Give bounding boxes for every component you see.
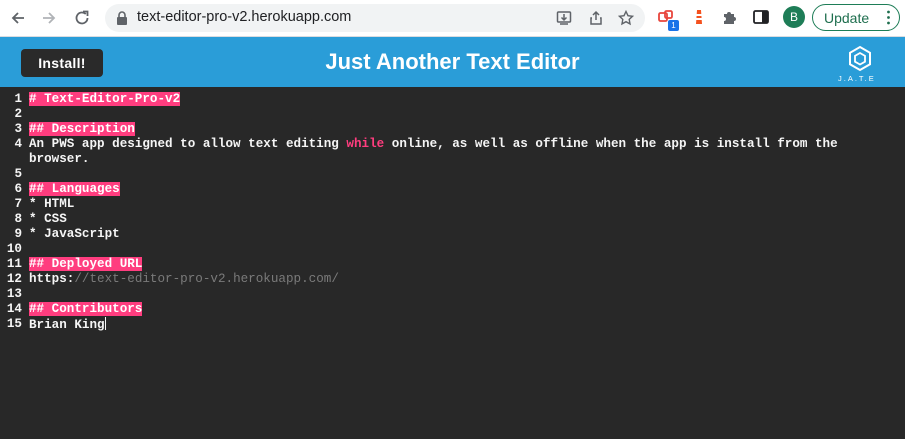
address-bar[interactable]: text-editor-pro-v2.herokuapp.com [105, 4, 645, 32]
line-number: 8 [14, 212, 22, 226]
editor-line[interactable]: 5 [0, 167, 905, 182]
editor-line[interactable]: 15 Brian King [0, 317, 905, 332]
menu-dots-icon[interactable] [887, 10, 890, 25]
logo-text: J.A.T.E [838, 74, 876, 83]
bookmark-star-icon[interactable] [618, 10, 634, 26]
editor-line[interactable]: 10 [0, 242, 905, 257]
update-button[interactable]: Update [812, 4, 900, 31]
line-number: 6 [14, 182, 22, 196]
editor-line[interactable]: 3 ## Description [0, 122, 905, 137]
lighthouse-icon[interactable] [690, 8, 708, 26]
line-number: 2 [14, 107, 22, 121]
update-label: Update [824, 9, 870, 26]
url-text[interactable]: text-editor-pro-v2.herokuapp.com [137, 9, 351, 25]
line-content[interactable]: ## Languages [29, 182, 120, 197]
line-content[interactable]: An PWS app designed to allow text editin… [29, 137, 838, 152]
line-number: 12 [6, 272, 22, 286]
editor-line[interactable]: 14 ## Contributors [0, 302, 905, 317]
line-content[interactable]: browser. [29, 152, 89, 167]
share-icon[interactable] [588, 10, 604, 26]
browser-toolbar: text-editor-pro-v2.herokuapp.com 1 B Upd… [0, 0, 905, 37]
profile-avatar[interactable]: B [783, 6, 805, 28]
line-number: 11 [6, 257, 22, 271]
install-button[interactable]: Install! [21, 49, 103, 77]
back-icon[interactable] [6, 6, 30, 30]
side-panel-icon[interactable] [752, 8, 770, 26]
line-number: 9 [14, 227, 22, 241]
line-number: 1 [14, 92, 22, 106]
editor-line[interactable]: 4 An PWS app designed to allow text editi… [0, 137, 905, 152]
extension-badge: 1 [668, 20, 679, 31]
line-content[interactable]: * CSS [29, 212, 67, 227]
line-number: 14 [6, 302, 22, 316]
app-header: Just Another Text Editor Install! J.A.T.… [0, 37, 905, 87]
line-number: 10 [6, 242, 22, 256]
line-number: 3 [14, 122, 22, 136]
line-content[interactable]: * HTML [29, 197, 74, 212]
line-number: 13 [6, 287, 22, 301]
editor-line[interactable]: 9 * JavaScript [0, 227, 905, 242]
text-cursor [104, 317, 106, 330]
reload-icon[interactable] [70, 6, 94, 30]
editor-line[interactable]: 11 ## Deployed URL [0, 257, 905, 272]
line-content[interactable]: # Text-Editor-Pro-v2 [29, 92, 181, 107]
editor-line[interactable]: 8 * CSS [0, 212, 905, 227]
line-number: 7 [14, 197, 22, 211]
line-number: 5 [14, 167, 22, 181]
forward-icon[interactable] [37, 6, 61, 30]
app-title: Just Another Text Editor [325, 49, 580, 74]
line-number: 4 [14, 137, 22, 151]
editor-line[interactable]: 1 # Text-Editor-Pro-v2 [0, 92, 905, 107]
editor-line[interactable]: browser. [0, 152, 905, 167]
editor-line[interactable]: 13 [0, 287, 905, 302]
lock-icon[interactable] [115, 10, 129, 26]
editor-line[interactable]: 7 * HTML [0, 197, 905, 212]
editor-line[interactable]: 12 https://text-editor-pro-v2.herokuapp.c… [0, 272, 905, 287]
line-content[interactable]: * JavaScript [29, 227, 120, 242]
text-editor[interactable]: 1 # Text-Editor-Pro-v2 2 3 ## Description 4 An… [0, 87, 905, 439]
line-content[interactable]: ## Deployed URL [29, 257, 143, 272]
line-content[interactable]: Brian King [29, 317, 106, 333]
line-number: 15 [6, 317, 22, 331]
avatar-initial: B [789, 10, 798, 24]
install-app-icon[interactable] [556, 10, 572, 26]
editor-line[interactable]: 6 ## Languages [0, 182, 905, 197]
puzzle-icon[interactable] [721, 8, 739, 26]
line-content[interactable]: https://text-editor-pro-v2.herokuapp.com… [29, 272, 339, 287]
line-content[interactable]: ## Description [29, 122, 135, 137]
editor-line[interactable]: 2 [0, 107, 905, 122]
line-content[interactable]: ## Contributors [29, 302, 143, 317]
